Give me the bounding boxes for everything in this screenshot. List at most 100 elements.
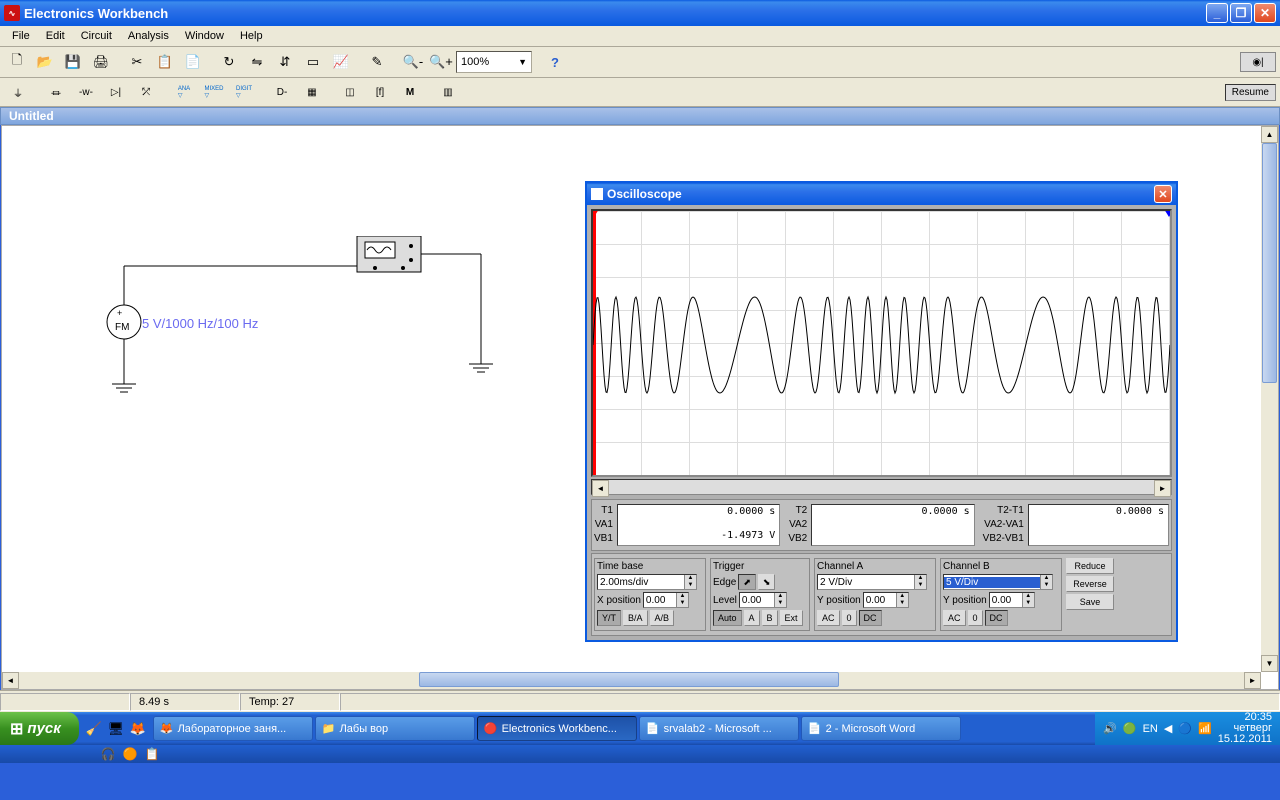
- paste-button[interactable]: 📄: [180, 49, 206, 75]
- tray-icon-1[interactable]: 🔊: [1103, 722, 1117, 735]
- tray-icon-3[interactable]: ◀: [1164, 722, 1172, 735]
- subcircuit-button[interactable]: ▭: [300, 49, 326, 75]
- task-button-2[interactable]: 🔴Electronics Workbenc...: [477, 716, 637, 741]
- chb-dc-button[interactable]: DC: [985, 610, 1008, 626]
- trigger-auto-button[interactable]: Auto: [713, 610, 742, 626]
- digital-bin[interactable]: D-: [268, 80, 296, 104]
- properties-button[interactable]: ✎: [364, 49, 390, 75]
- close-button[interactable]: ✕: [1254, 3, 1276, 23]
- oscilloscope-screen[interactable]: [591, 209, 1172, 477]
- indicators-bin[interactable]: ▦: [298, 80, 326, 104]
- minimize-button[interactable]: _: [1206, 3, 1228, 23]
- tray-icon-4[interactable]: 🔵: [1178, 722, 1192, 735]
- ql-icon-3[interactable]: 🦊: [129, 720, 147, 738]
- oscilloscope-close-button[interactable]: ✕: [1154, 185, 1172, 203]
- instruments-bin[interactable]: M: [396, 80, 424, 104]
- custom-bin[interactable]: ▥: [434, 80, 462, 104]
- scroll-down-button[interactable]: ▼: [1261, 655, 1278, 672]
- edge-fall-button[interactable]: ⬊: [758, 574, 776, 590]
- cha-dc-button[interactable]: DC: [859, 610, 882, 626]
- diodes-bin[interactable]: -w-: [72, 80, 100, 104]
- open-button[interactable]: 📂: [32, 49, 58, 75]
- trigger-ext-button[interactable]: Ext: [780, 610, 803, 626]
- scroll-up-button[interactable]: ▲: [1261, 126, 1278, 143]
- circuit-canvas[interactable]: + FM 5 V/1000 Hz/100 Hz Oscilloscope ✕: [1, 125, 1279, 690]
- transistors-bin[interactable]: ▷|: [102, 80, 130, 104]
- task-button-0[interactable]: 🦊Лабораторное заня...: [153, 716, 313, 741]
- graph-button[interactable]: 📈: [328, 49, 354, 75]
- rotate-button[interactable]: ↻: [216, 49, 242, 75]
- oscilloscope-scrollbar[interactable]: ◄ ►: [591, 479, 1172, 495]
- ab-button[interactable]: A/B: [650, 610, 675, 626]
- chb-ac-button[interactable]: AC: [943, 610, 966, 626]
- scroll-right-button[interactable]: ►: [1154, 480, 1171, 497]
- zoom-select[interactable]: 100%▼: [456, 51, 532, 73]
- analog-ics-bin[interactable]: ⤱: [132, 80, 160, 104]
- start-button[interactable]: пуск: [0, 712, 79, 745]
- ql2-icon-2[interactable]: 🟠: [122, 746, 138, 762]
- basic-bin[interactable]: ⏛: [42, 80, 70, 104]
- task-button-1[interactable]: 📁Лабы вор: [315, 716, 475, 741]
- xposition-input[interactable]: ▲▼: [643, 592, 689, 608]
- help-button[interactable]: ?: [542, 49, 568, 75]
- canvas-scroll-h[interactable]: ◄ ►: [2, 672, 1261, 689]
- scroll-right-canvas-button[interactable]: ►: [1244, 672, 1261, 689]
- menu-analysis[interactable]: Analysis: [120, 28, 177, 44]
- chb-scale-input[interactable]: ▲▼: [943, 574, 1053, 590]
- controls-bin[interactable]: ◫: [336, 80, 364, 104]
- ba-button[interactable]: B/A: [623, 610, 648, 626]
- cha-zero-button[interactable]: 0: [842, 610, 857, 626]
- cha-ac-button[interactable]: AC: [817, 610, 840, 626]
- yt-button[interactable]: Y/T: [597, 610, 621, 626]
- chb-zero-button[interactable]: 0: [968, 610, 983, 626]
- edge-rise-button[interactable]: ⬈: [738, 574, 756, 590]
- menu-file[interactable]: File: [4, 28, 38, 44]
- cha-ypos-input[interactable]: ▲▼: [863, 592, 909, 608]
- cha-scale-input[interactable]: ▲▼: [817, 574, 927, 590]
- simulate-switch[interactable]: ◉|: [1240, 52, 1276, 72]
- ql-icon-1[interactable]: 🧹: [85, 720, 103, 738]
- ql2-icon-3[interactable]: 📋: [144, 746, 160, 762]
- resume-button[interactable]: Resume: [1225, 84, 1276, 101]
- reduce-button[interactable]: Reduce: [1066, 558, 1114, 574]
- tray-icon-2[interactable]: 🟢: [1123, 722, 1137, 735]
- misc-bin[interactable]: [f]: [366, 80, 394, 104]
- flip-h-button[interactable]: ⇋: [244, 49, 270, 75]
- zoom-in-button[interactable]: 🔍+: [428, 49, 454, 75]
- timebase-input[interactable]: ▲▼: [597, 574, 697, 590]
- copy-button[interactable]: 📋: [152, 49, 178, 75]
- scroll-v-thumb[interactable]: [1262, 143, 1277, 383]
- tray-clock[interactable]: 20:35 четверг 15.12.2011: [1218, 712, 1272, 745]
- scroll-left-canvas-button[interactable]: ◄: [2, 672, 19, 689]
- logic-gates-bin[interactable]: DIGIT▽: [230, 80, 258, 104]
- trigger-b-button[interactable]: B: [762, 610, 778, 626]
- digital-ics-bin[interactable]: MIXED▽: [200, 80, 228, 104]
- print-button[interactable]: 🖨: [88, 49, 114, 75]
- system-tray[interactable]: 🔊 🟢 EN ◀ 🔵 📶 20:35 четверг 15.12.2011: [1095, 712, 1280, 745]
- maximize-button[interactable]: ❐: [1230, 3, 1252, 23]
- lang-indicator[interactable]: EN: [1143, 723, 1158, 735]
- cut-button[interactable]: ✂: [124, 49, 150, 75]
- menu-help[interactable]: Help: [232, 28, 271, 44]
- save-button-osc[interactable]: Save: [1066, 594, 1114, 610]
- task-button-4[interactable]: 📄2 - Microsoft Word: [801, 716, 961, 741]
- ql-icon-2[interactable]: 🖥: [107, 720, 125, 738]
- zoom-out-button[interactable]: 🔍-: [400, 49, 426, 75]
- trigger-level-input[interactable]: ▲▼: [739, 592, 787, 608]
- trigger-a-button[interactable]: A: [744, 610, 760, 626]
- reverse-button[interactable]: Reverse: [1066, 576, 1114, 592]
- scroll-h-thumb[interactable]: [419, 672, 839, 687]
- tray-icon-5[interactable]: 📶: [1198, 722, 1212, 735]
- new-button[interactable]: 🗋: [4, 49, 30, 75]
- menu-edit[interactable]: Edit: [38, 28, 73, 44]
- flip-v-button[interactable]: ⇵: [272, 49, 298, 75]
- ql2-icon-1[interactable]: 🎧: [100, 746, 116, 762]
- scroll-left-button[interactable]: ◄: [592, 480, 609, 497]
- mixed-ics-bin[interactable]: ANA▽: [170, 80, 198, 104]
- menu-window[interactable]: Window: [177, 28, 232, 44]
- menu-circuit[interactable]: Circuit: [73, 28, 120, 44]
- task-button-3[interactable]: 📄srvalab2 - Microsoft ...: [639, 716, 799, 741]
- chb-ypos-input[interactable]: ▲▼: [989, 592, 1035, 608]
- canvas-scroll-v[interactable]: ▲ ▼: [1261, 126, 1278, 672]
- sources-bin[interactable]: ⏚: [4, 80, 32, 104]
